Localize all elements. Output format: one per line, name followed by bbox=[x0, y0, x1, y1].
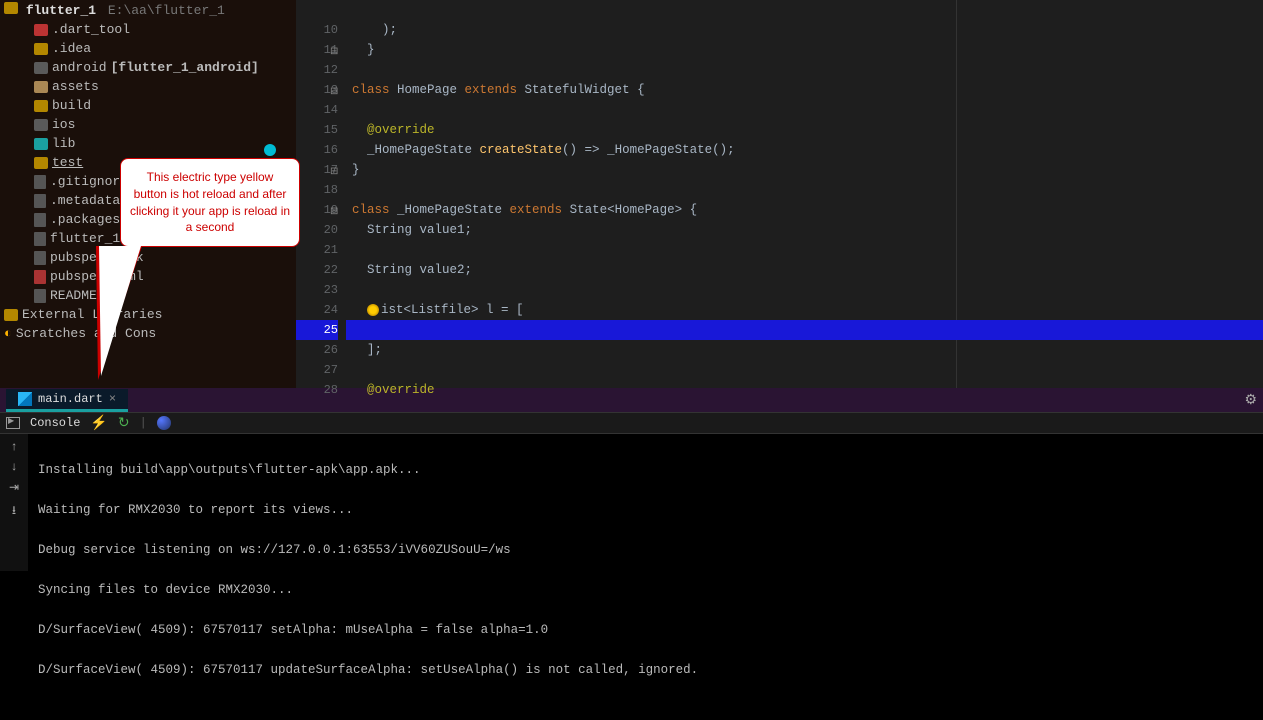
fold-icon[interactable]: ⊟ bbox=[330, 43, 340, 53]
tree-android[interactable]: android [flutter_1_android] bbox=[16, 58, 296, 77]
fold-icon[interactable]: ⊟ bbox=[330, 203, 340, 213]
folder-icon bbox=[34, 119, 48, 131]
scratches-icon: ◐ bbox=[4, 326, 12, 341]
file-icon bbox=[34, 289, 46, 303]
console-line: Syncing files to device RMX2030... bbox=[38, 580, 1253, 600]
console-label: Console bbox=[30, 416, 80, 430]
console-panel: ↑ ↓ ⇥ ⭳ Installing build\app\outputs\flu… bbox=[0, 434, 1263, 571]
tab-label: main.dart bbox=[38, 392, 103, 406]
console-icon[interactable] bbox=[6, 417, 20, 429]
tree-readme[interactable]: README.md bbox=[16, 286, 296, 305]
code-line: String value2; bbox=[346, 260, 1263, 280]
tree-lib[interactable]: lib bbox=[16, 134, 296, 153]
tree-pubspec-yaml[interactable]: pubspec.yaml bbox=[16, 267, 296, 286]
hot-reload-icon[interactable]: ⚡ bbox=[90, 415, 107, 432]
fold-icon[interactable]: ⊟ bbox=[330, 163, 340, 173]
code-line: ]; bbox=[346, 340, 1263, 360]
annotation-callout: This electric type yellow button is hot … bbox=[120, 158, 300, 247]
console-line: Waiting for RMX2030 to report its views.… bbox=[38, 500, 1253, 520]
code-editor[interactable]: 10 11 12 13 14 15 16 17 18 19 20 21 22 2… bbox=[296, 0, 1263, 388]
gutter-override-icon[interactable] bbox=[264, 144, 276, 156]
file-icon bbox=[34, 175, 46, 189]
code-line bbox=[346, 60, 1263, 80]
close-icon[interactable]: × bbox=[109, 392, 116, 406]
folder-icon bbox=[34, 157, 48, 169]
code-line: ist<Listfile> l = [ bbox=[346, 300, 1263, 320]
code-line: String value1; bbox=[346, 220, 1263, 240]
callout-text: This electric type yellow button is hot … bbox=[130, 170, 290, 234]
code-line: ⊟ } bbox=[346, 40, 1263, 60]
project-root[interactable]: flutter_1 E:\aa\flutter_1 bbox=[0, 0, 296, 20]
code-line: ⊟} bbox=[346, 160, 1263, 180]
fold-icon[interactable]: ⊟ bbox=[330, 83, 340, 93]
flutter-icon bbox=[18, 392, 32, 406]
code-line: ); bbox=[346, 20, 1263, 40]
console-line: Installing build\app\outputs\flutter-apk… bbox=[38, 460, 1253, 480]
console-action-gutter: ↑ ↓ ⇥ ⭳ bbox=[0, 434, 28, 571]
code-line bbox=[346, 180, 1263, 200]
intention-bulb-icon[interactable] bbox=[367, 304, 379, 316]
scroll-to-end-icon[interactable]: ⭳ bbox=[12, 501, 16, 522]
folder-icon bbox=[34, 62, 48, 74]
tree-dart-tool[interactable]: .dart_tool bbox=[16, 20, 296, 39]
console-line: D/SurfaceView( 4509): 67570117 setAlpha:… bbox=[38, 620, 1253, 640]
folder-icon bbox=[34, 24, 48, 36]
folder-icon bbox=[4, 2, 18, 14]
devtools-icon[interactable] bbox=[157, 416, 171, 430]
soft-wrap-icon[interactable]: ⇥ bbox=[9, 480, 19, 495]
code-line: ⊟class HomePage extends StatefulWidget { bbox=[346, 80, 1263, 100]
code-line: ⊟class _HomePageState extends State<Home… bbox=[346, 200, 1263, 220]
hot-restart-icon[interactable]: ↻ bbox=[118, 415, 130, 432]
project-name: flutter_1 bbox=[26, 3, 96, 18]
folder-icon bbox=[34, 100, 48, 112]
code-line bbox=[346, 360, 1263, 380]
scroll-up-icon[interactable]: ↑ bbox=[10, 440, 17, 454]
console-line: D/SurfaceView( 4509): 67570117 updateSur… bbox=[38, 660, 1253, 680]
current-line bbox=[346, 320, 1263, 340]
tree-pubspec-lock[interactable]: pubspec.lock bbox=[16, 248, 296, 267]
console-toolbar: Console ⚡ ↻ | bbox=[0, 412, 1263, 434]
file-icon bbox=[34, 270, 46, 284]
scratches[interactable]: ◐Scratches and Cons bbox=[0, 324, 296, 343]
console-output[interactable]: Installing build\app\outputs\flutter-apk… bbox=[28, 434, 1263, 571]
tree-ios[interactable]: ios bbox=[16, 115, 296, 134]
scroll-down-icon[interactable]: ↓ bbox=[10, 460, 17, 474]
code-line: @override bbox=[346, 380, 1263, 400]
libraries-icon bbox=[4, 309, 18, 321]
tree-assets[interactable]: assets bbox=[16, 77, 296, 96]
console-line: Debug service listening on ws://127.0.0.… bbox=[38, 540, 1253, 560]
code-line bbox=[346, 100, 1263, 120]
code-area[interactable]: ); ⊟ } ⊟class HomePage extends StatefulW… bbox=[346, 0, 1263, 388]
code-line: @override bbox=[346, 120, 1263, 140]
external-libraries[interactable]: External Libraries bbox=[0, 305, 296, 324]
file-icon bbox=[34, 194, 46, 208]
tree-idea[interactable]: .idea bbox=[16, 39, 296, 58]
folder-icon bbox=[34, 81, 48, 93]
folder-icon bbox=[34, 43, 48, 55]
file-icon bbox=[34, 213, 46, 227]
file-icon bbox=[34, 251, 46, 265]
tree-build[interactable]: build bbox=[16, 96, 296, 115]
code-line: _HomePageState createState() => _HomePag… bbox=[346, 140, 1263, 160]
tab-main-dart[interactable]: main.dart × bbox=[6, 389, 128, 412]
line-gutter: 10 11 12 13 14 15 16 17 18 19 20 21 22 2… bbox=[296, 0, 346, 388]
folder-icon bbox=[34, 138, 48, 150]
file-icon bbox=[34, 232, 46, 246]
code-line bbox=[346, 240, 1263, 260]
project-path: E:\aa\flutter_1 bbox=[108, 3, 225, 18]
code-line bbox=[346, 280, 1263, 300]
